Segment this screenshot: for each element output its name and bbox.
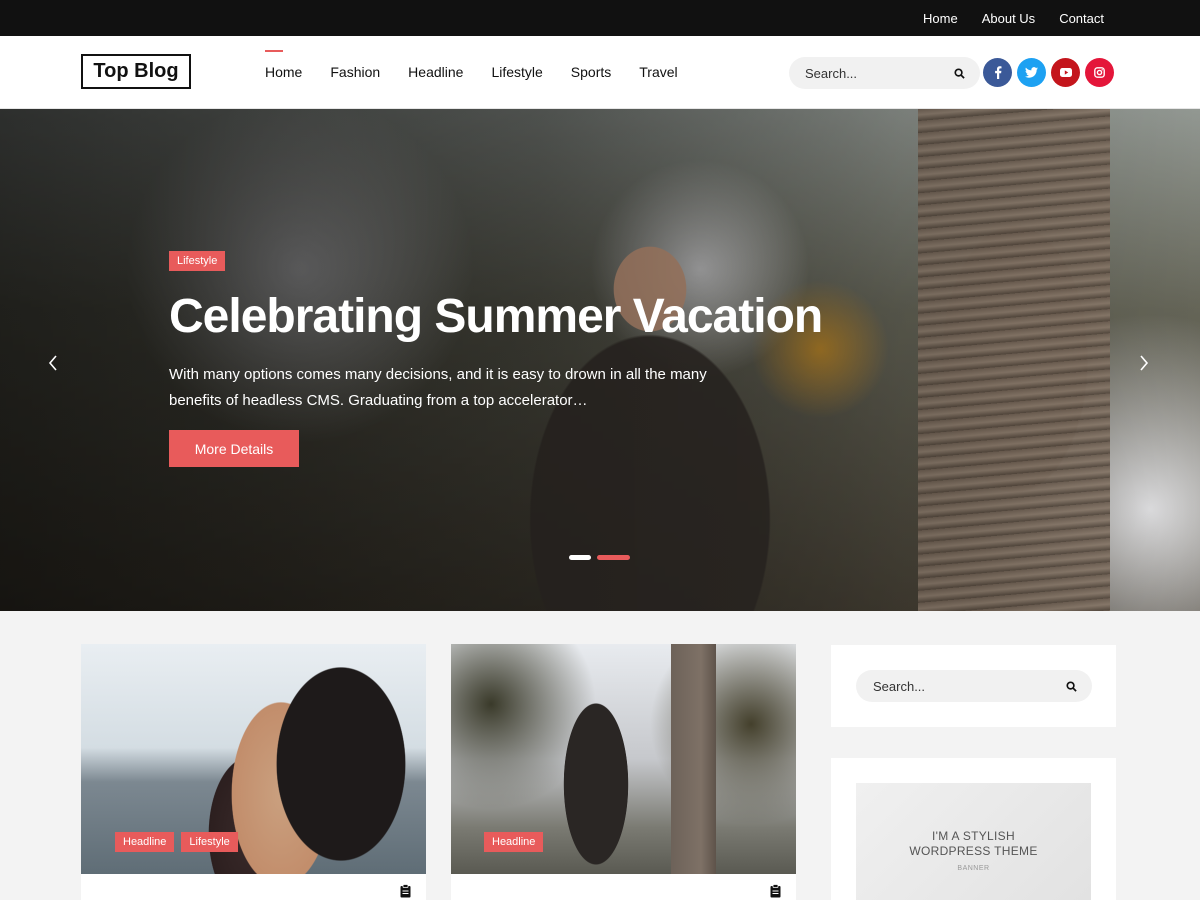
- youtube-icon[interactable]: [1051, 58, 1080, 87]
- clipboard-icon: [770, 884, 782, 898]
- chevron-right-icon[interactable]: [1138, 353, 1150, 373]
- search-icon[interactable]: [1064, 679, 1078, 693]
- sidebar-banner-widget: I'M A STYLISH WORDPRESS THEME BANNER: [831, 758, 1116, 900]
- post-card: Headline: [451, 644, 796, 900]
- nav-item-headline[interactable]: Headline: [408, 64, 463, 80]
- nav-item-home[interactable]: Home: [265, 50, 302, 80]
- nav-item-lifestyle[interactable]: Lifestyle: [491, 64, 542, 80]
- post-tag[interactable]: Lifestyle: [181, 832, 238, 852]
- post-tag[interactable]: Headline: [484, 832, 544, 852]
- more-details-button[interactable]: More Details: [169, 430, 299, 467]
- header-search: [789, 57, 980, 89]
- post-tags: Headline Lifestyle: [115, 832, 238, 852]
- header-search-input[interactable]: [805, 65, 945, 81]
- post-tags: Headline: [484, 832, 544, 852]
- slider-dots: [569, 555, 630, 560]
- hero-title[interactable]: Celebrating Summer Vacation: [169, 289, 823, 344]
- facebook-icon[interactable]: [983, 58, 1012, 87]
- social-links: [983, 58, 1114, 87]
- banner-caption: BANNER: [957, 865, 990, 872]
- chevron-left-icon[interactable]: [47, 353, 59, 373]
- nav-item-fashion[interactable]: Fashion: [330, 64, 380, 80]
- search-icon[interactable]: [952, 66, 966, 80]
- top-nav-about-us[interactable]: About Us: [982, 11, 1035, 26]
- top-bar: Home About Us Contact: [0, 0, 1200, 36]
- instagram-icon[interactable]: [1085, 58, 1114, 87]
- hero-overlay: [0, 109, 1200, 611]
- banner-ad[interactable]: I'M A STYLISH WORDPRESS THEME BANNER: [856, 783, 1091, 900]
- slider-dot-2[interactable]: [597, 555, 630, 560]
- clipboard-icon: [400, 884, 412, 898]
- twitter-icon[interactable]: [1017, 58, 1046, 87]
- top-nav: Home About Us Contact: [923, 0, 1104, 36]
- top-nav-contact[interactable]: Contact: [1059, 11, 1104, 26]
- slider-dot-1[interactable]: [569, 555, 591, 560]
- main-nav: Home Fashion Headline Lifestyle Sports T…: [265, 36, 706, 108]
- sidebar-search: [856, 670, 1092, 702]
- post-tag[interactable]: Headline: [115, 832, 175, 852]
- hero-category-badge[interactable]: Lifestyle: [169, 251, 226, 271]
- hero-slider: Lifestyle Celebrating Summer Vacation Wi…: [0, 109, 1200, 611]
- nav-item-travel[interactable]: Travel: [639, 64, 677, 80]
- sidebar-search-widget: [831, 645, 1116, 727]
- nav-item-sports[interactable]: Sports: [571, 64, 611, 80]
- site-logo[interactable]: Top Blog: [81, 54, 191, 89]
- top-nav-home[interactable]: Home: [923, 11, 958, 26]
- site-header: Top Blog Home Fashion Headline Lifestyle…: [0, 36, 1200, 109]
- banner-line-1: I'M A STYLISH: [932, 829, 1015, 843]
- banner-line-2: WORDPRESS THEME: [909, 844, 1038, 858]
- sidebar-search-input[interactable]: [873, 678, 1053, 694]
- post-card: Headline Lifestyle: [81, 644, 426, 900]
- hero-excerpt: With many options comes many decisions, …: [169, 366, 707, 409]
